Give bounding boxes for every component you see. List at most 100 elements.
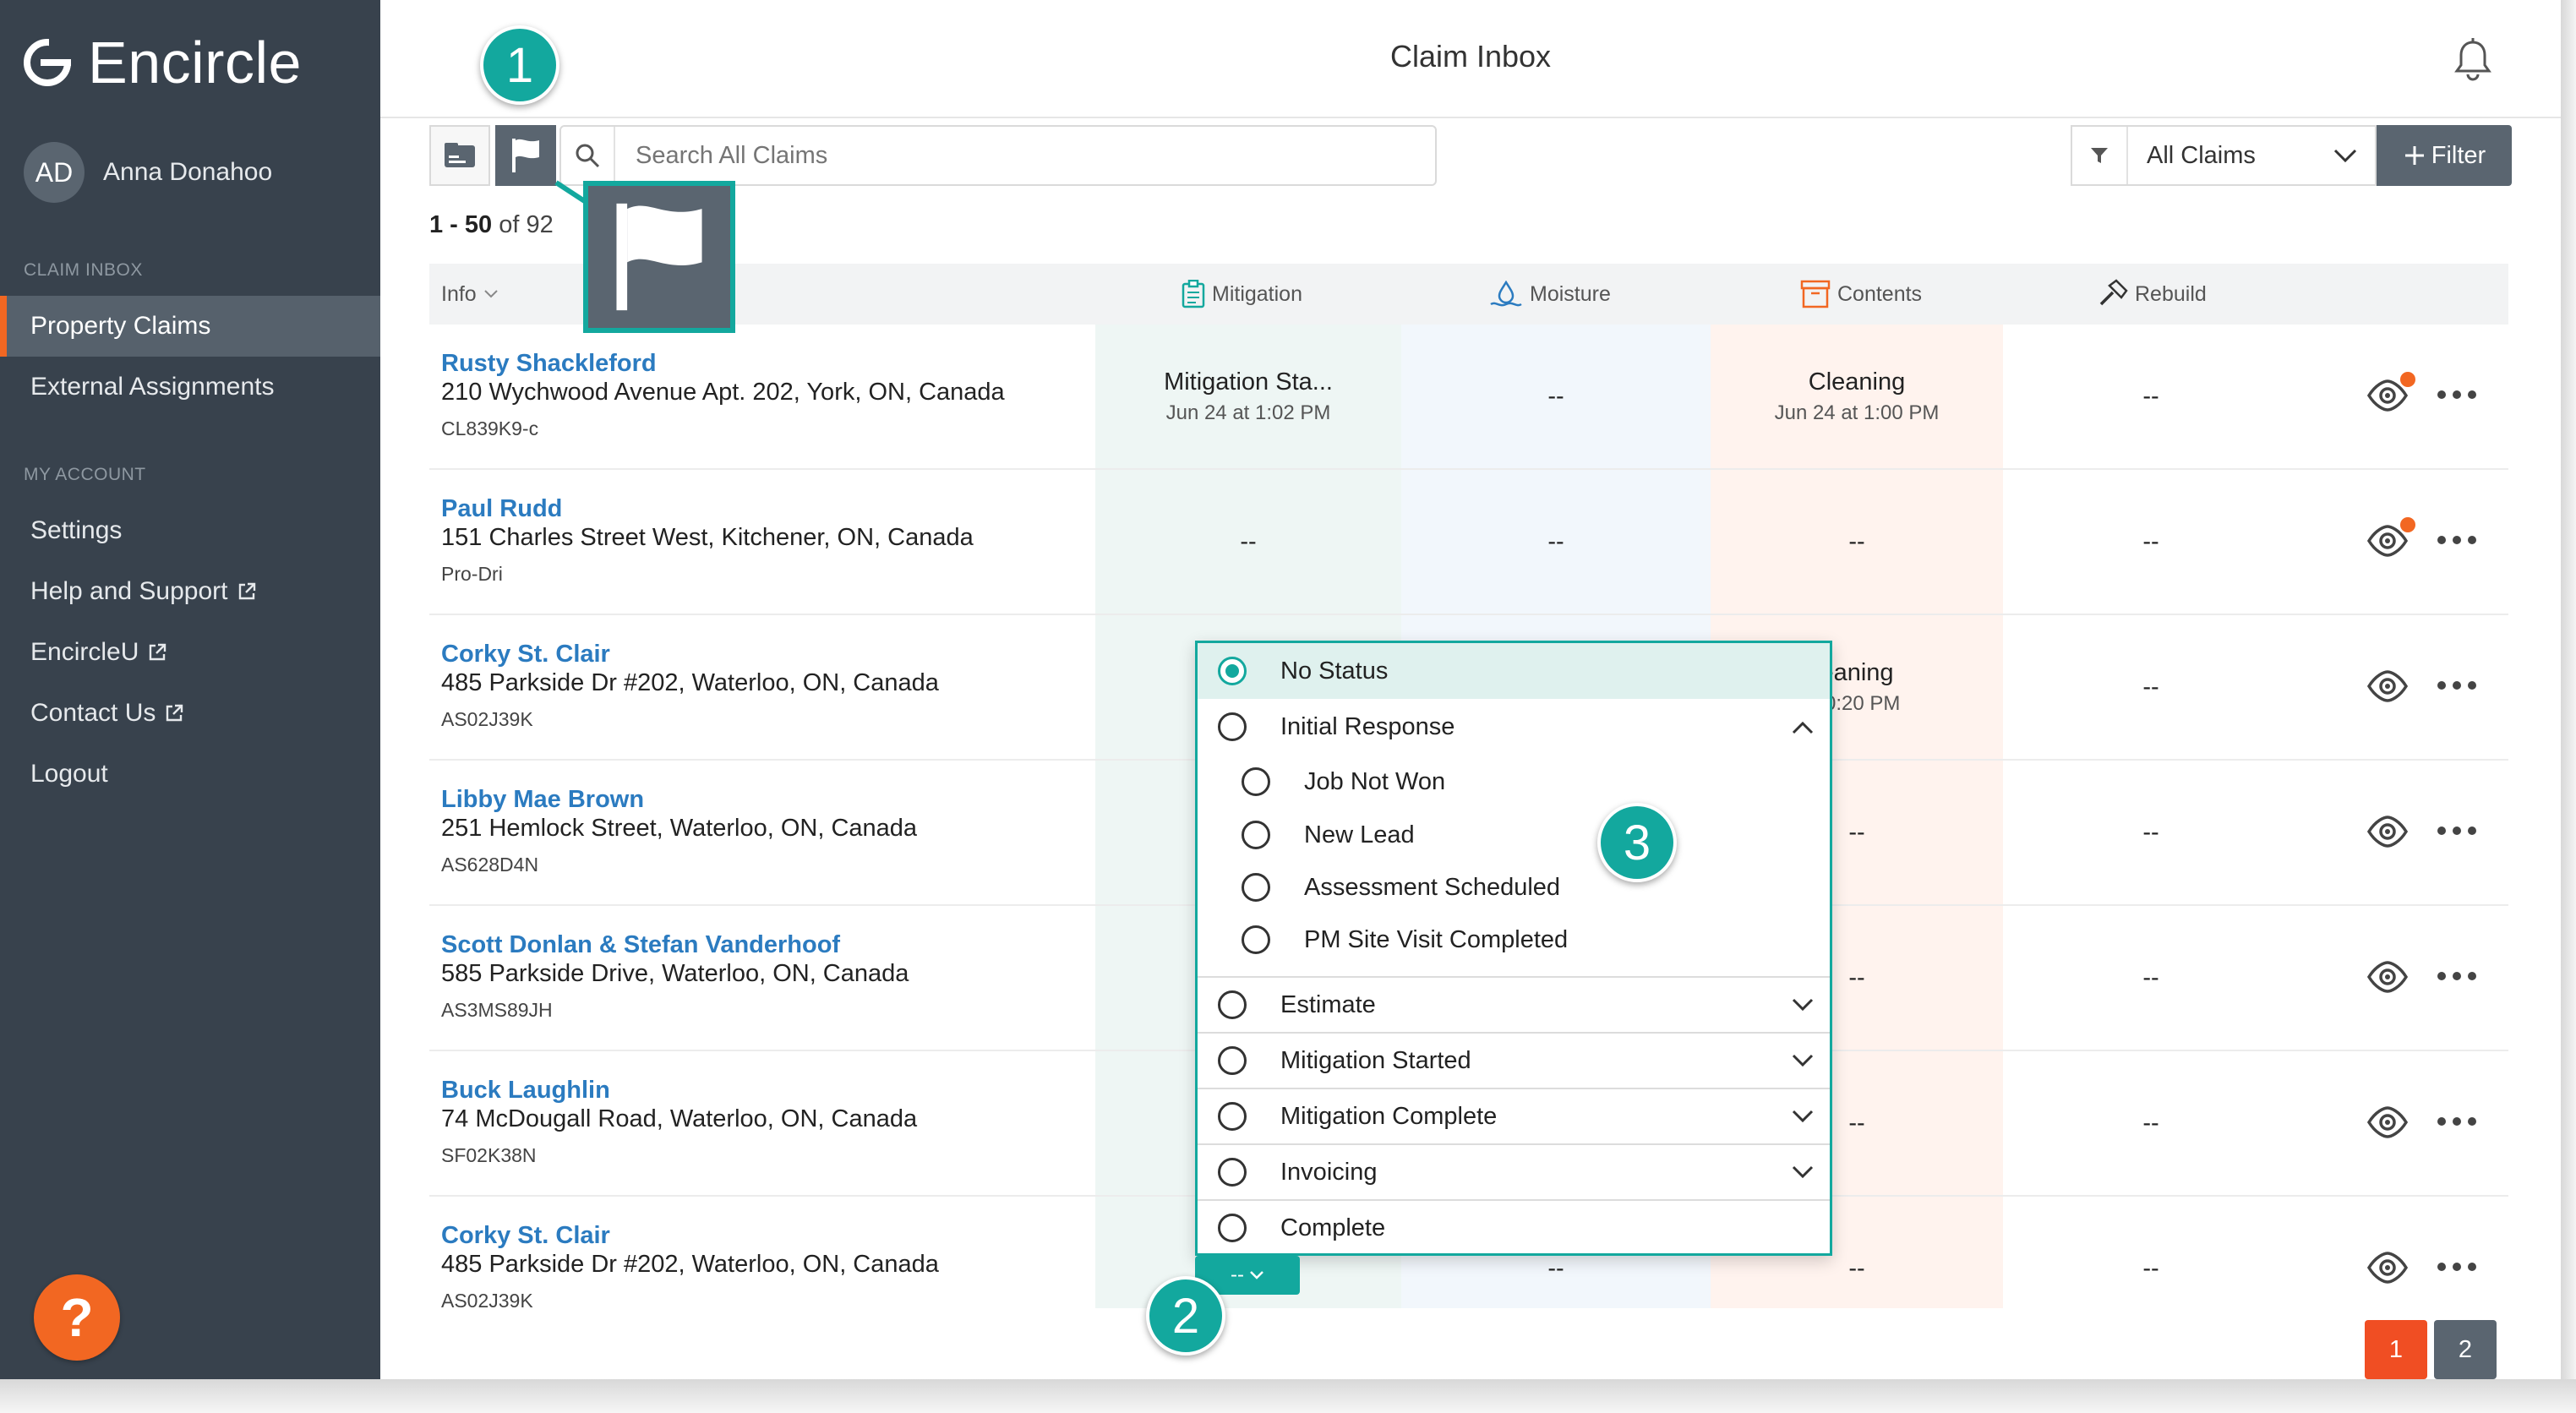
rebuild-cell[interactable]: -- <box>2003 615 2299 759</box>
sidebar-item-external-assignments[interactable]: External Assignments <box>0 357 380 417</box>
page-button-1[interactable]: 1 <box>2365 1320 2427 1379</box>
funnel-icon-box <box>2072 127 2128 184</box>
status-option-label: Mitigation Complete <box>1280 1102 1498 1130</box>
page-button-2[interactable]: 2 <box>2434 1320 2497 1379</box>
status-option-job-not-won[interactable]: Job Not Won <box>1198 755 1830 809</box>
chevron-up-icon[interactable] <box>1791 719 1815 736</box>
rebuild-cell[interactable]: -- <box>2003 1051 2299 1195</box>
rebuild-cell[interactable]: -- <box>2003 470 2299 614</box>
card-view-button[interactable] <box>429 125 490 186</box>
claim-code: AS02J39K <box>441 708 533 730</box>
sidebar-item-encircleu[interactable]: EncircleU <box>0 622 380 683</box>
column-header-info[interactable]: Info <box>441 264 499 325</box>
sidebar-item-logout[interactable]: Logout <box>0 744 380 805</box>
column-header-rebuild: Rebuild <box>2098 264 2207 325</box>
filter-button[interactable]: Filter <box>2377 125 2512 186</box>
status-option-invoicing[interactable]: Invoicing <box>1198 1145 1830 1199</box>
chevron-down-icon[interactable] <box>1791 1164 1815 1181</box>
more-options-icon[interactable] <box>2437 527 2480 553</box>
app-logo[interactable]: Encircle <box>24 29 302 96</box>
claim-name-link[interactable]: Scott Donlan & Stefan Vanderhoof <box>441 931 840 959</box>
claim-name-link[interactable]: Buck Laughlin <box>441 1077 610 1105</box>
claims-filter-select[interactable]: All Claims <box>2071 125 2377 186</box>
rebuild-cell[interactable]: -- <box>2003 325 2299 468</box>
radio-icon <box>1242 767 1270 796</box>
chevron-down-icon[interactable] <box>1791 1108 1815 1125</box>
chevron-down-icon[interactable] <box>1791 1052 1815 1069</box>
callout-badge-3: 3 <box>1597 803 1677 882</box>
sidebar-item-settings[interactable]: Settings <box>0 500 380 561</box>
column-header-mitigation: Mitigation <box>1182 264 1302 325</box>
claim-address: 585 Parkside Drive, Waterloo, ON, Canada <box>441 960 909 987</box>
status-option-estimate[interactable]: Estimate <box>1198 978 1830 1032</box>
status-option-assessment-scheduled[interactable]: Assessment Scheduled <box>1198 861 1830 914</box>
chevron-down-icon <box>1250 1271 1263 1279</box>
external-link-icon <box>166 704 183 722</box>
radio-icon <box>1242 821 1270 849</box>
eye-icon[interactable] <box>2366 1104 2409 1141</box>
mitigation-cell[interactable]: -- <box>1095 470 1401 614</box>
rebuild-cell-status: -- <box>2142 527 2159 555</box>
claim-name-link[interactable]: Corky St. Clair <box>441 1222 610 1250</box>
moisture-cell[interactable]: -- <box>1401 470 1711 614</box>
sidebar-item-help-and-support[interactable]: Help and Support <box>0 561 380 622</box>
claim-name-link[interactable]: Libby Mae Brown <box>441 786 644 814</box>
eye-icon[interactable] <box>2366 668 2409 705</box>
status-option-pm-site-visit-completed[interactable]: PM Site Visit Completed <box>1198 914 1830 966</box>
more-options-icon[interactable] <box>2437 382 2480 407</box>
eye-icon[interactable] <box>2366 813 2409 850</box>
search-icon <box>576 144 600 168</box>
claim-name-link[interactable]: Paul Rudd <box>441 495 562 523</box>
chevron-down-icon[interactable] <box>1791 996 1815 1013</box>
claim-address: 74 McDougall Road, Waterloo, ON, Canada <box>441 1105 918 1132</box>
more-options-icon[interactable] <box>2437 818 2480 843</box>
avatar: AD <box>24 142 85 203</box>
rebuild-cell-status: -- <box>2142 1109 2159 1137</box>
table-row[interactable]: Rusty Shackleford 210 Wychwood Avenue Apt… <box>429 325 2508 470</box>
rebuild-cell[interactable]: -- <box>2003 761 2299 904</box>
rebuild-cell[interactable]: -- <box>2003 1197 2299 1308</box>
plus-icon <box>2404 146 2424 165</box>
status-option-no-status[interactable]: No Status <box>1198 643 1830 699</box>
rebuild-cell-status: -- <box>2142 382 2159 410</box>
moisture-cell[interactable]: -- <box>1401 325 1711 468</box>
status-option-mitigation-started[interactable]: Mitigation Started <box>1198 1034 1830 1088</box>
notification-dot <box>2400 517 2415 532</box>
sidebar-item-property-claims[interactable]: Property Claims <box>0 296 380 357</box>
sidebar: Encircle AD Anna Donahoo CLAIM INBOX Pro… <box>0 0 380 1379</box>
radio-icon <box>1218 1102 1247 1131</box>
claim-code: AS02J39K <box>441 1290 533 1308</box>
sidebar-item-label: EncircleU <box>30 638 139 666</box>
claim-code: AS3MS89JH <box>441 999 553 1021</box>
encircle-logo-icon <box>24 39 71 86</box>
eye-icon[interactable] <box>2366 958 2409 996</box>
mitigation-cell[interactable]: Mitigation Sta... Jun 24 at 1:02 PM <box>1095 325 1401 468</box>
status-option-label: Mitigation Started <box>1280 1046 1471 1074</box>
help-button[interactable]: ? <box>34 1274 120 1361</box>
more-options-icon[interactable] <box>2437 673 2480 698</box>
more-options-icon[interactable] <box>2437 1109 2480 1134</box>
status-option-initial-response[interactable]: Initial Response <box>1198 699 1830 755</box>
moisture-cell-status: -- <box>1547 1254 1564 1282</box>
user-name: Anna Donahoo <box>103 158 273 186</box>
status-option-new-lead[interactable]: New Lead <box>1198 809 1830 861</box>
search-input[interactable] <box>615 141 1427 170</box>
user-profile[interactable]: AD Anna Donahoo <box>24 142 272 203</box>
table-row[interactable]: Paul Rudd 151 Charles Street West, Kitche… <box>429 470 2508 615</box>
filter-button-label: Filter <box>2431 141 2486 169</box>
eye-icon[interactable] <box>2366 1249 2409 1286</box>
claim-name-link[interactable]: Rusty Shackleford <box>441 350 657 378</box>
contents-cell[interactable]: Cleaning Jun 24 at 1:00 PM <box>1711 325 2003 468</box>
more-options-icon[interactable] <box>2437 1254 2480 1279</box>
status-option-complete[interactable]: Complete <box>1198 1201 1830 1255</box>
claim-address: 485 Parkside Dr #202, Waterloo, ON, Cana… <box>441 669 939 696</box>
rebuild-cell[interactable]: -- <box>2003 906 2299 1050</box>
claim-name-link[interactable]: Corky St. Clair <box>441 641 610 668</box>
app-name: Encircle <box>88 30 302 95</box>
status-option-mitigation-complete[interactable]: Mitigation Complete <box>1198 1089 1830 1143</box>
external-link-icon <box>238 582 255 600</box>
sidebar-item-contact-us[interactable]: Contact Us <box>0 683 380 744</box>
bell-icon[interactable] <box>2453 37 2493 81</box>
contents-cell[interactable]: -- <box>1711 470 2003 614</box>
more-options-icon[interactable] <box>2437 963 2480 989</box>
